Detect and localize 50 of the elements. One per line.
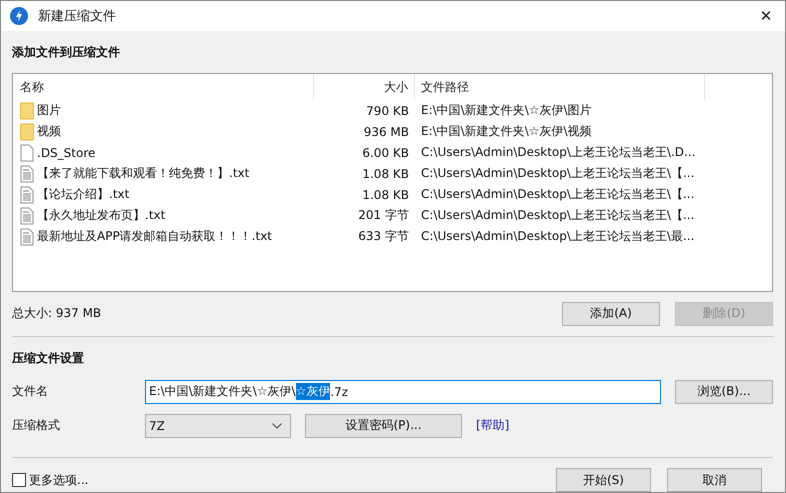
field-label: 压缩格式 <box>12 417 61 434</box>
more-options-checkbox[interactable] <box>12 473 26 487</box>
file-size: 1.08 KB <box>361 188 410 202</box>
file-name: .DS_Store <box>37 146 96 160</box>
file-name: 图片 <box>37 102 61 119</box>
file-path: C:\Users\Admin\Desktop\上老王论坛当老王\.D... <box>420 144 696 161</box>
format-dropdown[interactable]: 7Z <box>145 414 291 438</box>
file-name: 视频 <box>37 123 61 140</box>
file-name: 【论坛介绍】.txt <box>37 186 130 203</box>
section-title: 添加文件到压缩文件 <box>12 44 121 61</box>
file-name: 最新地址及APP请发邮箱自动获取！！！.txt <box>37 228 272 245</box>
file-path: C:\Users\Admin\Desktop\上老王论坛当老王\【... <box>420 186 696 203</box>
total-size-label: 总大小: 937 MB <box>12 305 102 322</box>
add-button[interactable]: 添加(A) <box>562 302 660 326</box>
file-size: 6.00 KB <box>361 146 410 160</box>
caret-icon <box>272 422 282 428</box>
section-title: 压缩文件设置 <box>12 350 85 367</box>
folder-icon <box>20 122 34 140</box>
size-column-header[interactable]: 大小 <box>314 74 415 100</box>
start-button[interactable]: 开始(S) <box>556 468 651 492</box>
file-path: C:\Users\Admin\Desktop\上老王论坛当老王\【... <box>420 207 696 224</box>
field-label: 文件名 <box>12 383 49 400</box>
set-password-button[interactable]: 设置密码(P)... <box>305 414 462 438</box>
text-file-icon <box>20 228 34 246</box>
file-size: 633 字节 <box>357 228 410 245</box>
file-path: E:\中国\新建文件夹\☆灰伊\图片 <box>420 102 593 119</box>
file-size: 790 KB <box>365 104 410 118</box>
app-logo-icon <box>10 7 28 25</box>
file-size: 201 字节 <box>357 207 410 224</box>
window-title: 新建压缩文件 <box>38 8 116 25</box>
cancel-button[interactable]: 取消 <box>667 468 762 492</box>
file-name: 【永久地址发布页】.txt <box>37 207 166 224</box>
path-column-header[interactable]: 文件路径 <box>415 74 705 100</box>
filename-field[interactable]: E:\中国\新建文件夹\☆灰伊\☆灰伊.7z <box>145 380 661 404</box>
file-icon <box>20 144 34 162</box>
file-path: C:\Users\Admin\Desktop\上老王论坛当老王\最... <box>420 228 696 245</box>
name-column-header[interactable]: 名称 <box>13 74 314 100</box>
file-size: 936 MB <box>362 124 410 138</box>
text-file-icon <box>20 186 34 204</box>
file-size: 1.08 KB <box>361 166 410 180</box>
text-file-icon <box>20 164 34 182</box>
browse-button[interactable]: 浏览(B)... <box>675 380 773 404</box>
help-link[interactable]: [帮助] <box>476 417 510 434</box>
file-path: E:\中国\新建文件夹\☆灰伊\视频 <box>420 123 593 140</box>
file-path: C:\Users\Admin\Desktop\上老王论坛当老王\【... <box>420 165 696 182</box>
file-name: 【来了就能下载和观看！纯免费！】.txt <box>37 165 250 182</box>
checkbox-label: 更多选项... <box>29 472 88 488</box>
close-button[interactable]: ✕ <box>751 1 781 31</box>
text-file-icon <box>20 206 34 224</box>
folder-icon <box>20 102 34 120</box>
